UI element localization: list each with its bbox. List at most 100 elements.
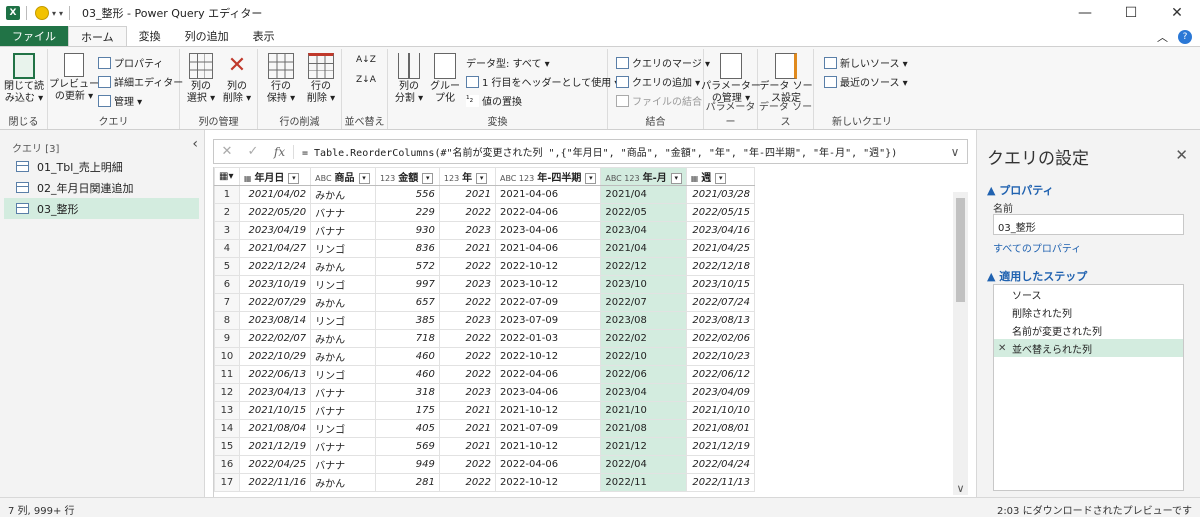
table-cell[interactable]: 2022-04-06 bbox=[494, 203, 602, 222]
row-number[interactable]: 14 bbox=[214, 419, 240, 438]
column-type-icon[interactable]: ▦ bbox=[244, 174, 252, 183]
row-number[interactable]: 6 bbox=[214, 275, 240, 294]
table-cell[interactable]: 2021/03/28 bbox=[685, 185, 755, 204]
table-cell[interactable]: 2021/12/19 bbox=[685, 437, 755, 456]
table-cell[interactable]: 2023-04-06 bbox=[494, 221, 602, 240]
table-cell[interactable]: みかん bbox=[310, 257, 376, 276]
table-cell[interactable]: 2022/11 bbox=[600, 473, 687, 492]
column-type-icon[interactable]: 123 bbox=[444, 174, 459, 183]
table-cell[interactable]: 2021-04-06 bbox=[494, 239, 602, 258]
combine-files-button[interactable]: ファイルの結合 bbox=[616, 93, 702, 108]
table-cell[interactable]: 2022/06 bbox=[600, 365, 687, 384]
sort-ascending-button[interactable]: A↓Z bbox=[356, 55, 376, 65]
table-cell[interactable]: 2023/08 bbox=[600, 311, 687, 330]
refresh-preview-button[interactable]: プレビュー の更新 ▾ bbox=[49, 53, 99, 103]
table-cell[interactable]: 2021/10/10 bbox=[685, 401, 755, 420]
table-cell[interactable]: 2022/10 bbox=[600, 347, 687, 366]
table-cell[interactable]: バナナ bbox=[310, 437, 376, 456]
table-cell[interactable]: 2023/04/16 bbox=[685, 221, 755, 240]
table-cell[interactable]: 2021 bbox=[438, 185, 496, 204]
table-cell[interactable]: 2023/04/19 bbox=[238, 221, 312, 240]
table-cell[interactable]: 2021/10 bbox=[600, 401, 687, 420]
scroll-down-icon[interactable]: ∨ bbox=[953, 482, 968, 495]
table-cell[interactable]: 405 bbox=[374, 419, 440, 438]
table-cell[interactable]: 2022 bbox=[438, 203, 496, 222]
table-cell[interactable]: 2022 bbox=[438, 257, 496, 276]
table-cell[interactable]: 2022/12 bbox=[600, 257, 687, 276]
row-number[interactable]: 11 bbox=[214, 365, 240, 384]
table-cell[interactable]: 2022 bbox=[438, 347, 496, 366]
table-cell[interactable]: リンゴ bbox=[310, 365, 376, 384]
table-cell[interactable]: 2022/11/13 bbox=[685, 473, 755, 492]
table-cell[interactable]: 318 bbox=[374, 383, 440, 402]
table-cell[interactable]: 2022-10-12 bbox=[494, 347, 602, 366]
query-item[interactable]: 02_年月日関連追加 bbox=[4, 177, 199, 198]
table-cell[interactable]: 556 bbox=[374, 185, 440, 204]
table-row[interactable]: 11 2022/06/13 リンゴ 460 2022 2022-04-06 2022/06 2… bbox=[214, 365, 755, 384]
column-header[interactable]: ABC 123 年-四半期 ▾ bbox=[494, 167, 602, 186]
table-cell[interactable]: 2021 bbox=[438, 419, 496, 438]
row-number[interactable]: 17 bbox=[214, 473, 240, 492]
table-row[interactable]: 16 2022/04/25 バナナ 949 2022 2022-04-06 2022/04 2… bbox=[214, 455, 755, 474]
replace-values-button[interactable]: ¹₂ 値の置換 bbox=[466, 93, 522, 108]
table-cell[interactable]: リンゴ bbox=[310, 239, 376, 258]
table-cell[interactable]: 2022 bbox=[438, 329, 496, 348]
table-cell[interactable]: バナナ bbox=[310, 401, 376, 420]
query-name-field[interactable]: 03_整形 bbox=[993, 214, 1184, 235]
table-cell[interactable]: みかん bbox=[310, 293, 376, 312]
step-item[interactable]: 削除された列 bbox=[994, 303, 1183, 321]
table-cell[interactable]: 2021-04-06 bbox=[494, 185, 602, 204]
new-source-button[interactable]: 新しいソース ▾ bbox=[824, 55, 908, 70]
query-item-selected[interactable]: 03_整形 bbox=[4, 198, 199, 219]
remove-rows-button[interactable]: 行の 削除 ▾ bbox=[302, 53, 340, 105]
table-cell[interactable]: 2023/04 bbox=[600, 383, 687, 402]
filter-dropdown-icon[interactable]: ▾ bbox=[422, 172, 434, 184]
filter-dropdown-icon[interactable]: ▾ bbox=[715, 172, 727, 184]
table-row[interactable]: 8 2023/08/14 リンゴ 385 2023 2023-07-09 2023/08 20… bbox=[214, 311, 755, 330]
table-cell[interactable]: 2022/07/24 bbox=[685, 293, 755, 312]
table-cell[interactable]: 2022/12/18 bbox=[685, 257, 755, 276]
table-cell[interactable]: 2022 bbox=[438, 455, 496, 474]
table-cell[interactable]: 2021/12 bbox=[600, 437, 687, 456]
vertical-scrollbar[interactable]: ∨ bbox=[953, 192, 968, 495]
table-row[interactable]: 17 2022/11/16 みかん 281 2022 2022-10-12 2022/11 2… bbox=[214, 473, 755, 492]
column-header[interactable]: ▦ 週 ▾ bbox=[685, 167, 755, 186]
table-cell[interactable]: 2022/11/16 bbox=[238, 473, 312, 492]
table-cell[interactable]: バナナ bbox=[310, 455, 376, 474]
table-cell[interactable]: 2022/04/25 bbox=[238, 455, 312, 474]
table-cell[interactable]: 2021/04/25 bbox=[685, 239, 755, 258]
table-cell[interactable]: 2023/10 bbox=[600, 275, 687, 294]
table-cell[interactable]: 569 bbox=[374, 437, 440, 456]
table-cell[interactable]: 572 bbox=[374, 257, 440, 276]
data-type-dropdown[interactable]: データ型: すべて ▾ bbox=[466, 55, 550, 70]
table-cell[interactable]: 2021/04/27 bbox=[238, 239, 312, 258]
column-type-icon[interactable]: ABC 123 bbox=[500, 174, 534, 183]
confirm-formula-icon[interactable]: ✓ bbox=[240, 144, 266, 159]
table-cell[interactable]: バナナ bbox=[310, 221, 376, 240]
table-row[interactable]: 10 2022/10/29 みかん 460 2022 2022-10-12 2022/10 2… bbox=[214, 347, 755, 366]
table-cell[interactable]: 2023/04/09 bbox=[685, 383, 755, 402]
table-cell[interactable]: 2022-01-03 bbox=[494, 329, 602, 348]
table-cell[interactable]: 2021/04 bbox=[600, 185, 687, 204]
table-cell[interactable]: 2021/04 bbox=[600, 239, 687, 258]
table-cell[interactable]: 997 bbox=[374, 275, 440, 294]
table-cell[interactable]: 2022/05/15 bbox=[685, 203, 755, 222]
table-cell[interactable]: 2023-10-12 bbox=[494, 275, 602, 294]
step-item-selected[interactable]: ✕ 並べ替えられた列 bbox=[994, 339, 1183, 357]
column-header[interactable]: 123 金額 ▾ bbox=[374, 167, 440, 186]
table-cell[interactable]: 718 bbox=[374, 329, 440, 348]
row-number[interactable]: 16 bbox=[214, 455, 240, 474]
collapse-pane-icon[interactable]: ‹ bbox=[192, 136, 198, 152]
append-queries-button[interactable]: クエリの追加 ▾ bbox=[616, 74, 700, 89]
applied-steps-header[interactable]: ▲ 適用したステップ bbox=[987, 268, 1087, 284]
table-cell[interactable]: 2022 bbox=[438, 473, 496, 492]
table-cell[interactable]: 657 bbox=[374, 293, 440, 312]
table-cell[interactable]: 2022/07/29 bbox=[238, 293, 312, 312]
row-number[interactable]: 9 bbox=[214, 329, 240, 348]
chevron-down-icon[interactable]: ▾ bbox=[52, 9, 56, 18]
column-header[interactable]: 123 年 ▾ bbox=[438, 167, 496, 186]
cancel-formula-icon[interactable]: ✕ bbox=[214, 144, 240, 159]
row-number[interactable]: 4 bbox=[214, 239, 240, 258]
row-number[interactable]: 7 bbox=[214, 293, 240, 312]
row-number[interactable]: 8 bbox=[214, 311, 240, 330]
